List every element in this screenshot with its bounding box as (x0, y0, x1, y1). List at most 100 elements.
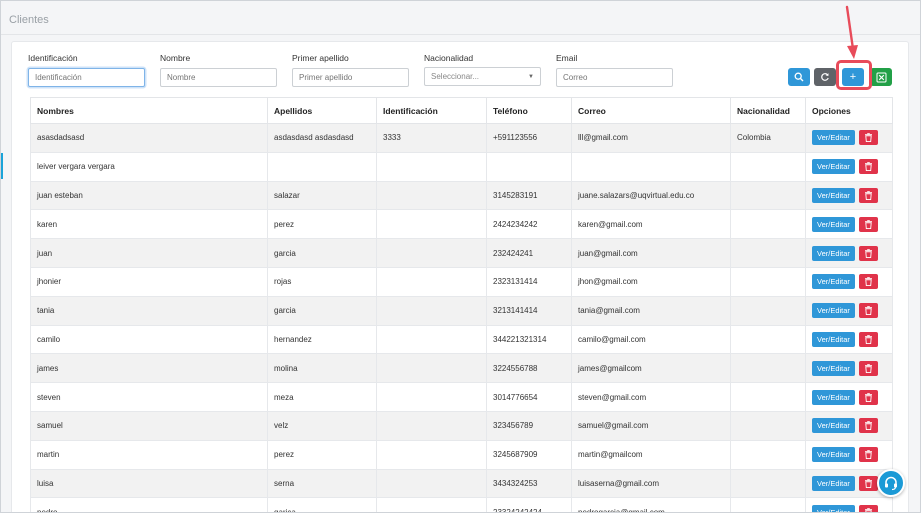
table-header-row: Nombres Apellidos Identificación Teléfon… (30, 97, 893, 124)
delete-button[interactable] (858, 504, 878, 512)
table-row: asasdadsasd asdasdasd asdasdasd 3333 +59112… (30, 123, 893, 153)
search-button[interactable] (788, 68, 810, 86)
edit-button[interactable]: Ver/Editar (812, 130, 855, 146)
trash-icon (864, 277, 872, 287)
cell-telefono: 3434324253 (486, 468, 572, 499)
support-chat-button[interactable] (877, 469, 905, 497)
cell-apellidos: garcia (267, 295, 377, 326)
delete-button[interactable] (858, 447, 878, 463)
refresh-icon (821, 73, 829, 81)
trash-icon (864, 306, 872, 316)
delete-button[interactable] (858, 245, 878, 261)
identificacion-input[interactable] (28, 68, 145, 87)
delete-button[interactable] (858, 475, 878, 491)
delete-button[interactable] (858, 274, 878, 290)
cell-nombres: martin (30, 439, 268, 470)
cell-opciones: Ver/Editar (805, 324, 893, 355)
cell-identificacion (376, 295, 487, 326)
cell-apellidos: garica (267, 497, 377, 512)
edit-button[interactable]: Ver/Editar (812, 187, 855, 203)
cell-opciones: Ver/Editar (805, 209, 893, 240)
edit-button[interactable]: Ver/Editar (812, 389, 855, 405)
cell-identificacion (376, 151, 487, 182)
delete-button[interactable] (858, 360, 878, 376)
cell-apellidos: meza (267, 382, 377, 412)
edit-button[interactable]: Ver/Editar (812, 245, 855, 261)
cell-correo: karen@gmail.com (571, 209, 731, 240)
refresh-button[interactable] (814, 68, 836, 86)
cell-correo (571, 151, 731, 182)
edit-button[interactable]: Ver/Editar (812, 274, 855, 290)
edit-button[interactable]: Ver/Editar (812, 418, 855, 434)
chevron-down-icon: ▼ (528, 73, 534, 80)
cell-identificacion (376, 238, 487, 268)
table-row: steven meza 3014776654 steven@gmail.com Ver/… (30, 382, 893, 412)
primer-apellido-input[interactable] (292, 68, 409, 87)
trash-icon (864, 479, 872, 488)
trash-icon (864, 363, 872, 373)
filter-nombre: Nombre (160, 53, 277, 87)
delete-button[interactable] (858, 303, 878, 319)
cell-nombres: juan esteban (30, 180, 268, 211)
cell-nombres: asasdadsasd (30, 123, 268, 153)
email-label: Email (556, 53, 578, 63)
primer-apellido-label: Primer apellido (292, 53, 349, 63)
cell-opciones: Ver/Editar (805, 180, 893, 211)
delete-button[interactable] (858, 187, 878, 203)
export-excel-button[interactable] (870, 68, 892, 86)
cell-nombres: steven (30, 382, 268, 412)
delete-button[interactable] (858, 389, 878, 405)
headset-icon (885, 476, 897, 491)
edit-button[interactable]: Ver/Editar (812, 504, 855, 512)
col-header-correo[interactable]: Correo (571, 97, 731, 124)
table-row: tania garcia 3213141414 tania@gmail.com Ver/… (30, 295, 893, 326)
edit-button[interactable]: Ver/Editar (812, 447, 855, 463)
email-input[interactable] (556, 68, 673, 87)
cell-nacionalidad (730, 180, 806, 211)
delete-button[interactable] (858, 130, 878, 146)
edit-button[interactable]: Ver/Editar (812, 360, 855, 376)
edit-button[interactable]: Ver/Editar (812, 303, 855, 319)
cell-apellidos: hernandez (267, 324, 377, 355)
cell-nombres: karen (30, 209, 268, 240)
delete-button[interactable] (858, 159, 878, 175)
cell-correo: steven@gmail.com (571, 382, 731, 412)
cell-opciones: Ver/Editar (805, 266, 893, 297)
edit-button[interactable]: Ver/Editar (812, 475, 855, 491)
cell-apellidos: asdasdasd asdasdasd (267, 123, 377, 153)
cell-nombres: samuel (30, 410, 268, 441)
delete-button[interactable] (858, 418, 878, 434)
trash-icon (864, 335, 872, 344)
filter-identificacion: Identificación (28, 53, 145, 87)
table-row: samuel velz 323456789 samuel@gmail.com Ver/E… (30, 410, 893, 441)
delete-button[interactable] (858, 331, 878, 347)
col-header-telefono[interactable]: Teléfono (486, 97, 572, 124)
nombre-input[interactable] (160, 68, 277, 87)
col-header-identificacion[interactable]: Identificación (376, 97, 487, 124)
edit-button[interactable]: Ver/Editar (812, 331, 855, 347)
nacionalidad-selected: Seleccionar... (431, 72, 480, 81)
col-header-nacionalidad[interactable]: Nacionalidad (730, 97, 806, 124)
cell-identificacion (376, 266, 487, 297)
cell-telefono: +591123556 (486, 123, 572, 153)
edit-button[interactable]: Ver/Editar (812, 216, 855, 232)
col-header-nombres[interactable]: Nombres (30, 97, 268, 124)
cell-nacionalidad (730, 468, 806, 499)
edit-button[interactable]: Ver/Editar (812, 159, 855, 175)
cell-identificacion (376, 180, 487, 211)
table-row: james molina 3224556788 james@gmailcom Ver/E… (30, 353, 893, 384)
cell-correo: camilo@gmail.com (571, 324, 731, 355)
cell-identificacion (376, 497, 487, 512)
annotation-arrow-icon (845, 5, 858, 59)
nombre-label: Nombre (160, 53, 191, 63)
cell-correo: pedrogarcia@gmail.com (571, 497, 731, 512)
cell-apellidos: rojas (267, 266, 377, 297)
cell-nacionalidad (730, 410, 806, 441)
col-header-opciones: Opciones (805, 97, 893, 124)
excel-icon (876, 72, 886, 82)
col-header-apellidos[interactable]: Apellidos (267, 97, 377, 124)
nacionalidad-select[interactable]: Seleccionar... ▼ (424, 67, 541, 86)
delete-button[interactable] (858, 216, 878, 232)
cell-opciones: Ver/Editar (805, 238, 893, 268)
filter-nacionalidad: Nacionalidad Seleccionar... ▼ (424, 53, 541, 86)
